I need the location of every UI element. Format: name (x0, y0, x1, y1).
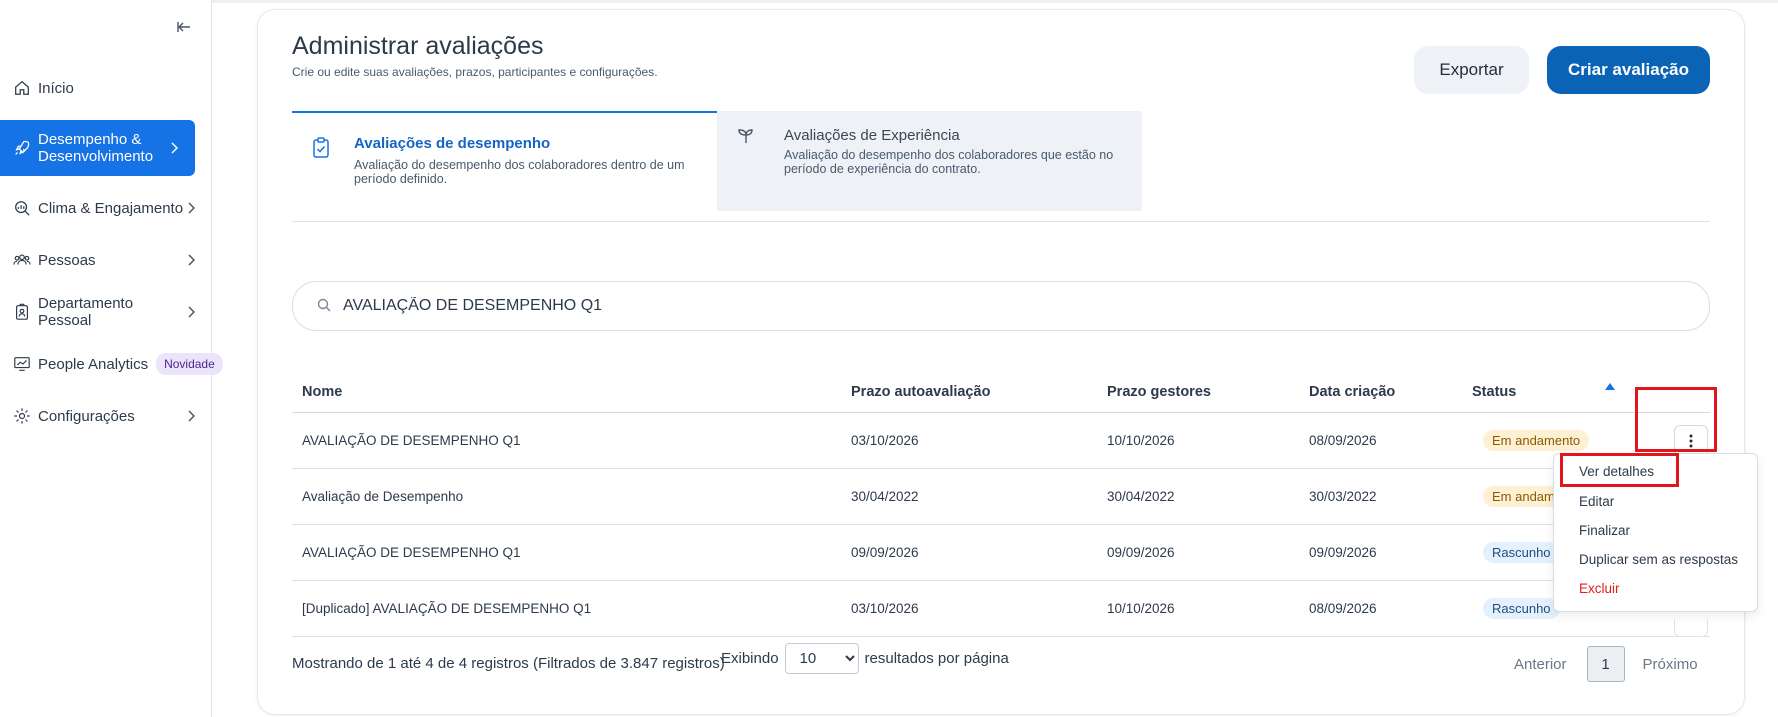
export-button[interactable]: Exportar (1414, 46, 1529, 94)
cell-data-criacao: 08/09/2026 (1309, 433, 1377, 448)
home-icon (12, 78, 32, 98)
sidebar-item-people-analytics[interactable]: People Analytics Novidade (0, 338, 223, 390)
cell-prazo-auto: 09/09/2026 (851, 545, 919, 560)
search-icon (317, 298, 333, 314)
sidebar-item-label: Configurações (38, 407, 135, 425)
sidebar-item-inicio[interactable]: Início (0, 62, 212, 114)
column-header-prazo-gestores[interactable]: Prazo gestores (1107, 384, 1211, 400)
menu-item-duplicar[interactable]: Duplicar sem as respostas (1579, 552, 1738, 567)
sidebar-item-configuracoes[interactable]: Configurações (0, 390, 212, 442)
status-badge: Rascunho (1483, 542, 1560, 563)
collapse-sidebar-icon[interactable] (173, 17, 195, 37)
sidebar-item-label: Pessoas (38, 251, 96, 269)
cell-prazo-gestores: 30/04/2022 (1107, 489, 1175, 504)
sidebar-item-clima[interactable]: Clima & Engajamento (0, 182, 212, 234)
tab-avaliacoes-desempenho[interactable]: Avaliações de desempenho Avaliação do de… (292, 111, 717, 211)
cell-prazo-auto: 30/04/2022 (851, 489, 919, 504)
pagination: Anterior 1 Próximo (1514, 646, 1698, 682)
column-header-data-criacao[interactable]: Data criação (1309, 384, 1395, 400)
evaluations-card: Administrar avaliações Crie ou edite sua… (257, 9, 1745, 715)
sidebar-item-desempenho[interactable]: Desempenho & Desenvolvimento (0, 120, 195, 176)
table-row: AVALIAÇÃO DE DESEMPENHO Q1 03/10/2026 10… (292, 413, 1710, 469)
row-actions-menu: Ver detalhes Editar Finalizar Duplicar s… (1553, 453, 1758, 612)
badge-icon (12, 302, 32, 322)
sidebar-item-label: People Analytics (38, 355, 149, 373)
page-1-button[interactable]: 1 (1586, 646, 1625, 682)
cell-prazo-auto: 03/10/2026 (851, 433, 919, 448)
cell-data-criacao: 30/03/2022 (1309, 489, 1377, 504)
survey-search-icon (12, 198, 32, 218)
tab-title: Avaliações de Experiência (784, 127, 960, 144)
menu-item-finalizar[interactable]: Finalizar (1579, 523, 1630, 538)
menu-item-excluir[interactable]: Excluir (1579, 581, 1620, 596)
showing-label: Exibindo (721, 650, 779, 667)
records-info: Mostrando de 1 até 4 de 4 registros (Fil… (292, 655, 725, 672)
tab-title: Avaliações de desempenho (354, 135, 551, 152)
sidebar-nav: Início Desempenho & Desenvolvimento Clim… (0, 62, 223, 442)
gear-icon (12, 406, 32, 426)
sidebar-item-pessoas[interactable]: Pessoas (0, 234, 212, 286)
sidebar-item-label: Desempenho & Desenvolvimento (38, 131, 154, 165)
cell-nome: [Duplicado] AVALIAÇÃO DE DESEMPENHO Q1 (302, 601, 592, 616)
column-header-nome[interactable]: Nome (302, 384, 342, 400)
create-evaluation-button[interactable]: Criar avaliação (1547, 46, 1710, 94)
sidebar-item-label: Clima & Engajamento (38, 199, 184, 217)
table-row: AVALIAÇÃO DE DESEMPENHO Q1 09/09/2026 09… (292, 525, 1710, 581)
menu-item-editar[interactable]: Editar (1579, 494, 1614, 509)
status-badge: Rascunho (1483, 598, 1560, 619)
evaluations-table: Nome Prazo autoavaliação Prazo gestores … (292, 366, 1710, 637)
column-header-status[interactable]: Status (1472, 384, 1516, 400)
cell-data-criacao: 09/09/2026 (1309, 545, 1377, 560)
column-header-prazo-autoavaliacao[interactable]: Prazo autoavaliação (851, 384, 990, 400)
table-header: Nome Prazo autoavaliação Prazo gestores … (292, 366, 1710, 413)
search-bar (292, 281, 1710, 331)
sidebar-item-label: Início (38, 79, 74, 97)
sort-ascending-icon[interactable] (1605, 383, 1615, 390)
chevron-right-icon (184, 409, 198, 423)
people-icon (12, 250, 32, 270)
sprout-icon (737, 127, 757, 149)
per-page-suffix: resultados por página (864, 650, 1009, 667)
app-root: Início Desempenho & Desenvolvimento Clim… (0, 0, 1778, 717)
table-row: Avaliação de Desempenho 30/04/2022 30/04… (292, 469, 1710, 525)
chevron-right-icon (167, 141, 181, 155)
novidade-badge: Novidade (156, 353, 223, 375)
rocket-icon (12, 138, 32, 158)
row-actions-button[interactable] (1674, 619, 1708, 637)
cell-prazo-gestores: 10/10/2026 (1107, 601, 1175, 616)
tab-description: Avaliação do desempenho dos colaboradore… (354, 158, 685, 186)
cell-nome: AVALIAÇÃO DE DESEMPENHO Q1 (302, 545, 521, 560)
tab-description: Avaliação do desempenho dos colaboradore… (784, 148, 1114, 176)
cell-nome: AVALIAÇÃO DE DESEMPENHO Q1 (302, 433, 521, 448)
chevron-right-icon (184, 305, 198, 319)
sidebar-item-label: Departamento Pessoal (38, 295, 134, 329)
page-size-control: Exibindo 10 resultados por página (721, 643, 1009, 674)
sidebar: Início Desempenho & Desenvolvimento Clim… (0, 0, 223, 717)
cell-nome: Avaliação de Desempenho (302, 489, 464, 504)
clipboard-check-icon (312, 137, 332, 159)
cell-prazo-auto: 03/10/2026 (851, 601, 919, 616)
status-badge: Em andamento (1483, 430, 1590, 451)
top-border (212, 0, 1778, 3)
chevron-right-icon (184, 253, 198, 267)
next-page-button[interactable]: Próximo (1643, 656, 1698, 673)
evaluation-type-tabs: Avaliações de desempenho Avaliação do de… (292, 111, 1710, 222)
cell-prazo-gestores: 10/10/2026 (1107, 433, 1175, 448)
sidebar-item-departamento[interactable]: Departamento Pessoal (0, 286, 212, 338)
previous-page-button[interactable]: Anterior (1514, 656, 1567, 673)
chevron-right-icon (184, 201, 198, 215)
page-size-select[interactable]: 10 (784, 643, 859, 674)
menu-item-ver-detalhes[interactable]: Ver detalhes (1579, 464, 1654, 479)
cell-data-criacao: 08/09/2026 (1309, 601, 1377, 616)
table-row: [Duplicado] AVALIAÇÃO DE DESEMPENHO Q1 0… (292, 581, 1710, 637)
page-subtitle: Crie ou edite suas avaliações, prazos, p… (292, 65, 658, 79)
cell-prazo-gestores: 09/09/2026 (1107, 545, 1175, 560)
search-input[interactable] (343, 297, 1643, 315)
kebab-menu-icon (1689, 434, 1693, 448)
analytics-icon (12, 354, 32, 374)
page-title: Administrar avaliações (292, 32, 544, 60)
tab-avaliacoes-experiencia[interactable]: Avaliações de Experiência Avaliação do d… (717, 111, 1142, 211)
